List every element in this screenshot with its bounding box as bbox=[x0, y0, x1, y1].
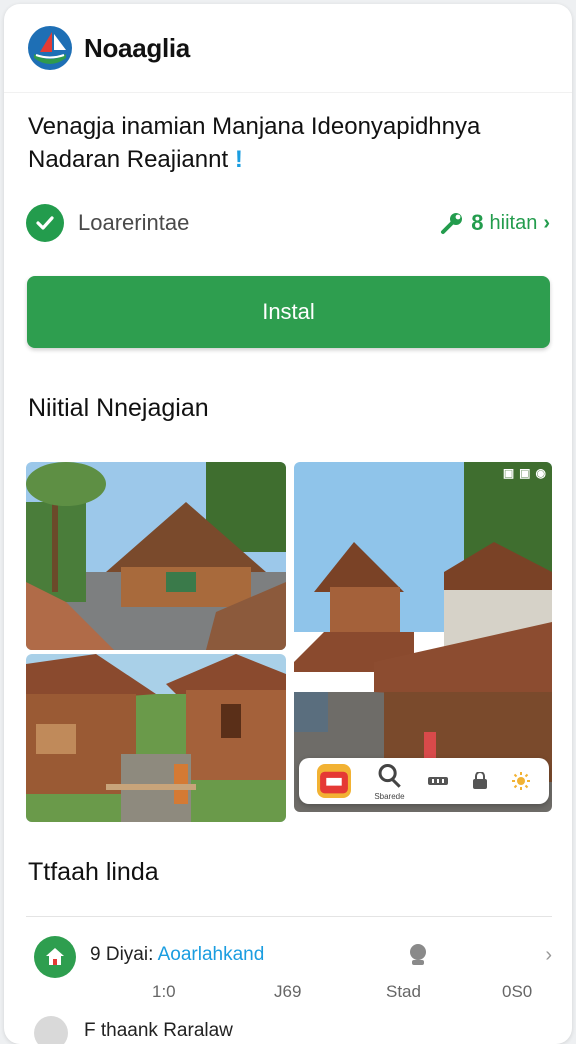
screenshot-gallery[interactable]: ▣ ▣ ◉ Sbarede bbox=[26, 458, 552, 822]
gallery-photo-1[interactable] bbox=[26, 462, 286, 650]
reviews-divider bbox=[26, 916, 552, 917]
list-item-link[interactable]: Aoarlahkand bbox=[158, 944, 265, 965]
status-link-number: 8 bbox=[471, 210, 484, 235]
status-link-text: hiitan bbox=[489, 211, 538, 234]
headline-accent: ! bbox=[234, 146, 243, 173]
chevron-right-icon: › bbox=[543, 211, 550, 234]
list-item-stat-2: J69 bbox=[274, 982, 302, 1001]
header-divider bbox=[4, 92, 572, 93]
dock-item-lock[interactable] bbox=[472, 772, 488, 790]
list-item[interactable]: F thaank Raralaw bbox=[26, 1014, 552, 1044]
sailboat-globe-logo bbox=[28, 26, 72, 70]
list-item-stat-1: 1:0 bbox=[152, 982, 176, 1001]
list-item-stat-4: 0S0 bbox=[502, 982, 533, 1001]
overlay-icon-3: ◉ bbox=[535, 466, 546, 480]
install-button[interactable]: Instal bbox=[27, 276, 550, 348]
status-text: Loarerintae bbox=[78, 210, 190, 235]
list-item-stat-3: Stad bbox=[386, 982, 421, 1001]
gallery-photo-3[interactable] bbox=[26, 654, 286, 822]
user-icon bbox=[410, 944, 426, 965]
list-item-prefix: 9 Diyai: bbox=[90, 944, 154, 965]
app-name: Noaaglia bbox=[84, 32, 190, 63]
app-dock: Sbarede bbox=[299, 758, 549, 804]
photo-overlay-icons: ▣ ▣ ◉ bbox=[503, 466, 546, 480]
check-circle-icon bbox=[26, 204, 64, 242]
dock-item-search[interactable]: Sbarede bbox=[374, 761, 405, 801]
dock-item-store[interactable] bbox=[316, 764, 351, 798]
sun-icon bbox=[512, 772, 531, 790]
dock-item-label: Sbarede bbox=[374, 791, 405, 801]
list-item[interactable]: 9 Diyai: Aoarlahkand › 1:0 J69 Stad 0S0 bbox=[26, 932, 552, 1012]
overlay-icon-2: ▣ bbox=[519, 466, 531, 480]
gallery-title: Niitial Nnejagian bbox=[28, 394, 209, 422]
gallery-photo-2[interactable]: ▣ ▣ ◉ Sbarede bbox=[294, 462, 552, 812]
list-item-title: 9 Diyai: Aoarlahkand bbox=[90, 944, 264, 966]
status-row: Loarerintae 8 hiitan › bbox=[26, 202, 550, 244]
house-icon bbox=[34, 936, 76, 978]
search-icon bbox=[378, 764, 402, 789]
avatar bbox=[34, 1016, 68, 1044]
overlay-icon-1: ▣ bbox=[502, 466, 515, 480]
store-icon bbox=[316, 764, 351, 798]
list-item-title: F thaank Raralaw bbox=[84, 1020, 233, 1041]
reviews-title: Ttfaah linda bbox=[28, 858, 159, 886]
status-link[interactable]: 8 hiitan › bbox=[439, 210, 550, 236]
app-headline: Venagja inamian Manjana Ideonyapidhnya N… bbox=[28, 110, 548, 176]
headline-line-1: Venagja inamian Manjana Ideonyapidhnya bbox=[28, 113, 481, 140]
headline-line-2-text: Nadaran Reajiannt bbox=[28, 146, 229, 173]
dock-item-bars[interactable] bbox=[428, 774, 449, 788]
app-header: Noaaglia bbox=[26, 22, 190, 74]
app-detail-card: Noaaglia Venagja inamian Manjana Ideonya… bbox=[4, 4, 572, 1044]
chevron-right-icon[interactable]: › bbox=[545, 944, 552, 967]
bars-icon bbox=[428, 777, 449, 785]
headline-line-2: Nadaran Reajiannt ! bbox=[28, 143, 548, 176]
dock-item-sun[interactable] bbox=[511, 771, 531, 791]
lock-icon bbox=[472, 772, 487, 789]
wrench-icon bbox=[441, 213, 463, 234]
